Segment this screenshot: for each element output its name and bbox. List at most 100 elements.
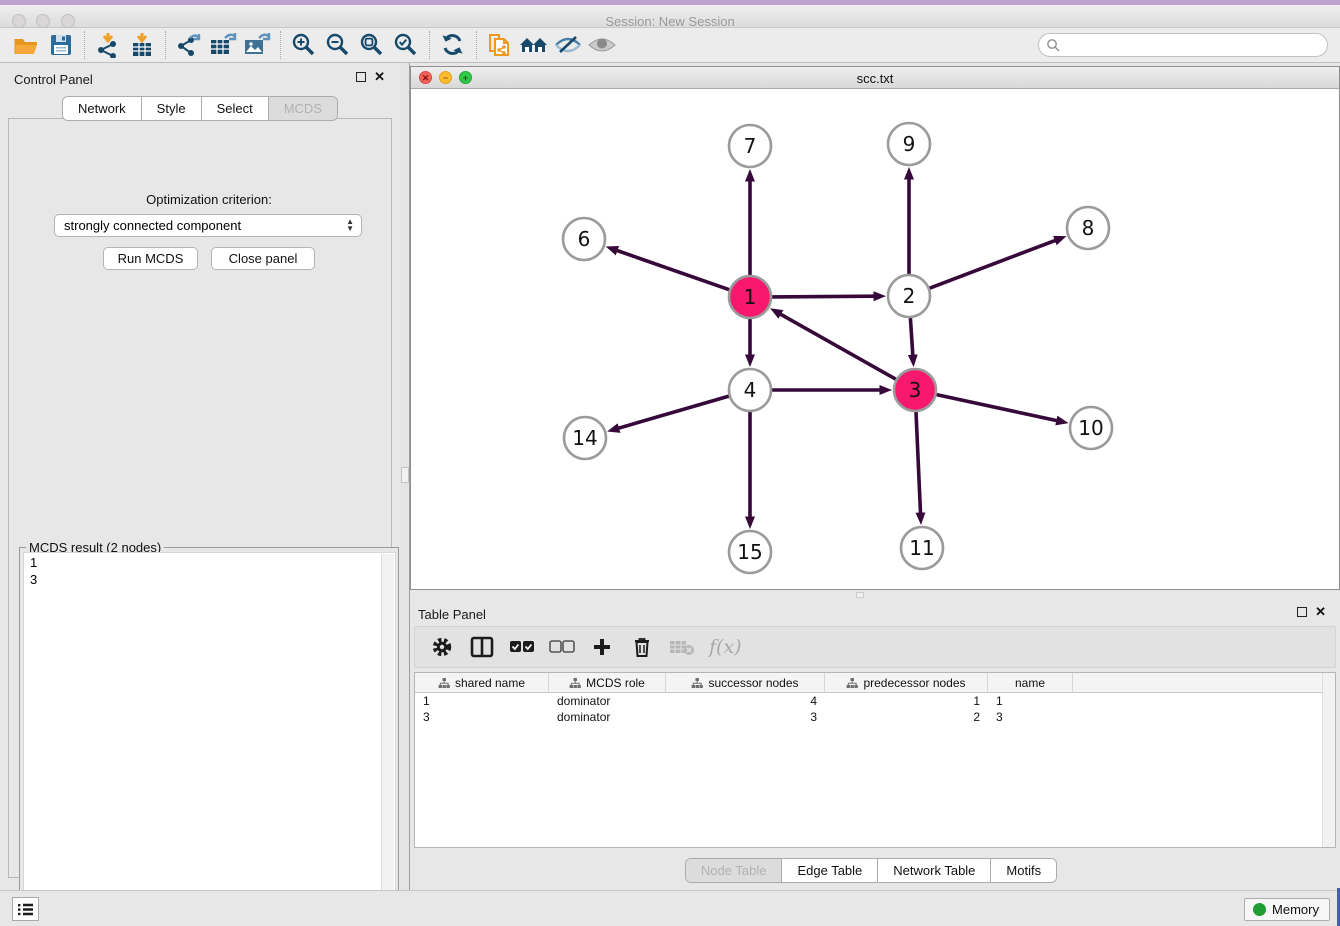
column-label: shared name [455, 676, 525, 690]
toggle-panel-icon[interactable] [551, 31, 585, 59]
graph-node-10[interactable]: 10 [1070, 407, 1112, 449]
cell-mcds-role[interactable]: dominator [549, 693, 666, 709]
toolbar-separator [429, 31, 430, 59]
cell-shared-name[interactable]: 3 [415, 709, 549, 725]
graph-node-9[interactable]: 9 [888, 123, 930, 165]
clone-network-icon[interactable] [483, 31, 517, 59]
run-mcds-button[interactable]: Run MCDS [103, 247, 198, 270]
cell-predecessor-nodes[interactable]: 2 [825, 709, 988, 725]
graph-edge-3-10[interactable] [937, 395, 1057, 421]
zoom-fit-icon[interactable] [355, 31, 389, 59]
deselect-all-icon[interactable] [549, 634, 575, 660]
network-window-titlebar[interactable]: ✕ − + scc.txt [411, 67, 1339, 89]
column-header-predecessor-nodes[interactable]: predecessor nodes [825, 673, 988, 693]
column-header-mcds-role[interactable]: MCDS role [549, 673, 666, 693]
tab-network-table[interactable]: Network Table [878, 859, 991, 882]
delete-table-icon[interactable] [669, 634, 695, 660]
import-network-icon[interactable] [91, 31, 125, 59]
graph-edge-1-6[interactable] [617, 251, 729, 290]
graph-node-1[interactable]: 1 [729, 276, 771, 318]
close-panel-icon[interactable]: ✕ [1315, 607, 1326, 617]
graph-node-8[interactable]: 8 [1067, 207, 1109, 249]
selected-option-label: strongly connected component [64, 218, 241, 233]
search-field[interactable] [1038, 33, 1328, 57]
cell-name[interactable]: 3 [988, 709, 1073, 725]
toolbar-separator [84, 31, 85, 59]
tab-motifs[interactable]: Motifs [991, 859, 1056, 882]
cell-predecessor-nodes[interactable]: 1 [825, 693, 988, 709]
open-file-icon[interactable] [10, 31, 44, 59]
visibility-icon[interactable] [585, 31, 619, 59]
float-panel-icon[interactable] [356, 72, 366, 82]
task-history-button[interactable] [12, 897, 39, 921]
svg-text:4: 4 [744, 378, 757, 402]
cell-successor-nodes[interactable]: 3 [666, 709, 825, 725]
graph-edge-2-3[interactable] [910, 318, 912, 355]
zoom-in-icon[interactable] [287, 31, 321, 59]
close-panel-icon[interactable]: ✕ [374, 72, 385, 82]
column-header-successor-nodes[interactable]: successor nodes [666, 673, 825, 693]
tab-style[interactable]: Style [142, 97, 202, 120]
column-view-icon[interactable] [469, 634, 495, 660]
cell-successor-nodes[interactable]: 4 [666, 693, 825, 709]
tab-select[interactable]: Select [202, 97, 269, 120]
save-session-icon[interactable] [44, 31, 78, 59]
export-image-icon[interactable] [240, 31, 274, 59]
graph-edge-3-11[interactable] [916, 412, 921, 513]
column-header-name[interactable]: name [988, 673, 1073, 693]
zoom-selected-icon[interactable] [389, 31, 423, 59]
window-titlebar[interactable]: Session: New Session [0, 5, 1340, 28]
horizontal-splitter-handle[interactable] [856, 592, 864, 598]
cell-mcds-role[interactable]: dominator [549, 709, 666, 725]
mcds-result-group: MCDS result (2 nodes) 13 [19, 547, 399, 926]
network-graph-canvas[interactable]: 7 9 6 8 1 2 4 3 14 10 15 11 [411, 90, 1339, 589]
home-view-icon[interactable] [517, 31, 551, 59]
close-panel-button[interactable]: Close panel [211, 247, 315, 270]
tab-node-table[interactable]: Node Table [686, 859, 783, 882]
column-label: name [1015, 676, 1045, 690]
gear-icon[interactable] [429, 634, 455, 660]
tab-edge-table[interactable]: Edge Table [782, 859, 878, 882]
table-toolbar: f(x) [414, 626, 1336, 668]
attribute-type-icon [846, 678, 858, 689]
graph-node-2[interactable]: 2 [888, 275, 930, 317]
function-builder-icon[interactable]: f(x) [709, 636, 742, 658]
float-panel-icon[interactable] [1297, 607, 1307, 617]
graph-edge-1-2[interactable] [772, 296, 874, 297]
svg-text:8: 8 [1082, 216, 1095, 240]
column-header-shared-name[interactable]: shared name [415, 673, 549, 693]
table-scrollbar[interactable] [1322, 673, 1335, 848]
delete-column-icon[interactable] [629, 634, 655, 660]
graph-node-3[interactable]: 3 [894, 369, 936, 411]
tab-mcds[interactable]: MCDS [269, 97, 337, 120]
tab-network[interactable]: Network [63, 97, 142, 120]
memory-button[interactable]: Memory [1244, 898, 1330, 921]
graph-edge-4-14[interactable] [619, 396, 729, 428]
graph-node-11[interactable]: 11 [901, 527, 943, 569]
graph-node-6[interactable]: 6 [563, 218, 605, 260]
add-column-icon[interactable] [589, 634, 615, 660]
graph-edge-2-8[interactable] [930, 240, 1056, 288]
zoom-out-icon[interactable] [321, 31, 355, 59]
graph-node-7[interactable]: 7 [729, 125, 771, 167]
result-scrollbar[interactable] [381, 554, 394, 926]
graph-node-4[interactable]: 4 [729, 369, 771, 411]
vertical-splitter-handle[interactable] [401, 467, 409, 483]
cell-name[interactable]: 1 [988, 693, 1073, 709]
export-network-icon[interactable] [172, 31, 206, 59]
refresh-layout-icon[interactable] [436, 31, 470, 59]
graph-node-14[interactable]: 14 [564, 417, 606, 459]
export-table-icon[interactable] [206, 31, 240, 59]
search-input[interactable] [1038, 33, 1328, 57]
import-table-icon[interactable] [125, 31, 159, 59]
optimization-criterion-select[interactable]: strongly connected component ▲▼ [54, 214, 362, 237]
mcds-result-textarea[interactable]: 13 [23, 552, 396, 926]
graph-node-15[interactable]: 15 [729, 531, 771, 573]
cell-shared-name[interactable]: 1 [415, 693, 549, 709]
select-all-icon[interactable] [509, 634, 535, 660]
control-panel-controls: ✕ [356, 72, 385, 82]
table-row[interactable]: 1dominator411 [415, 693, 1335, 709]
table-row[interactable]: 3dominator323 [415, 709, 1335, 725]
graph-edge-3-1[interactable] [781, 314, 896, 379]
horizontal-splitter[interactable] [410, 590, 1340, 600]
